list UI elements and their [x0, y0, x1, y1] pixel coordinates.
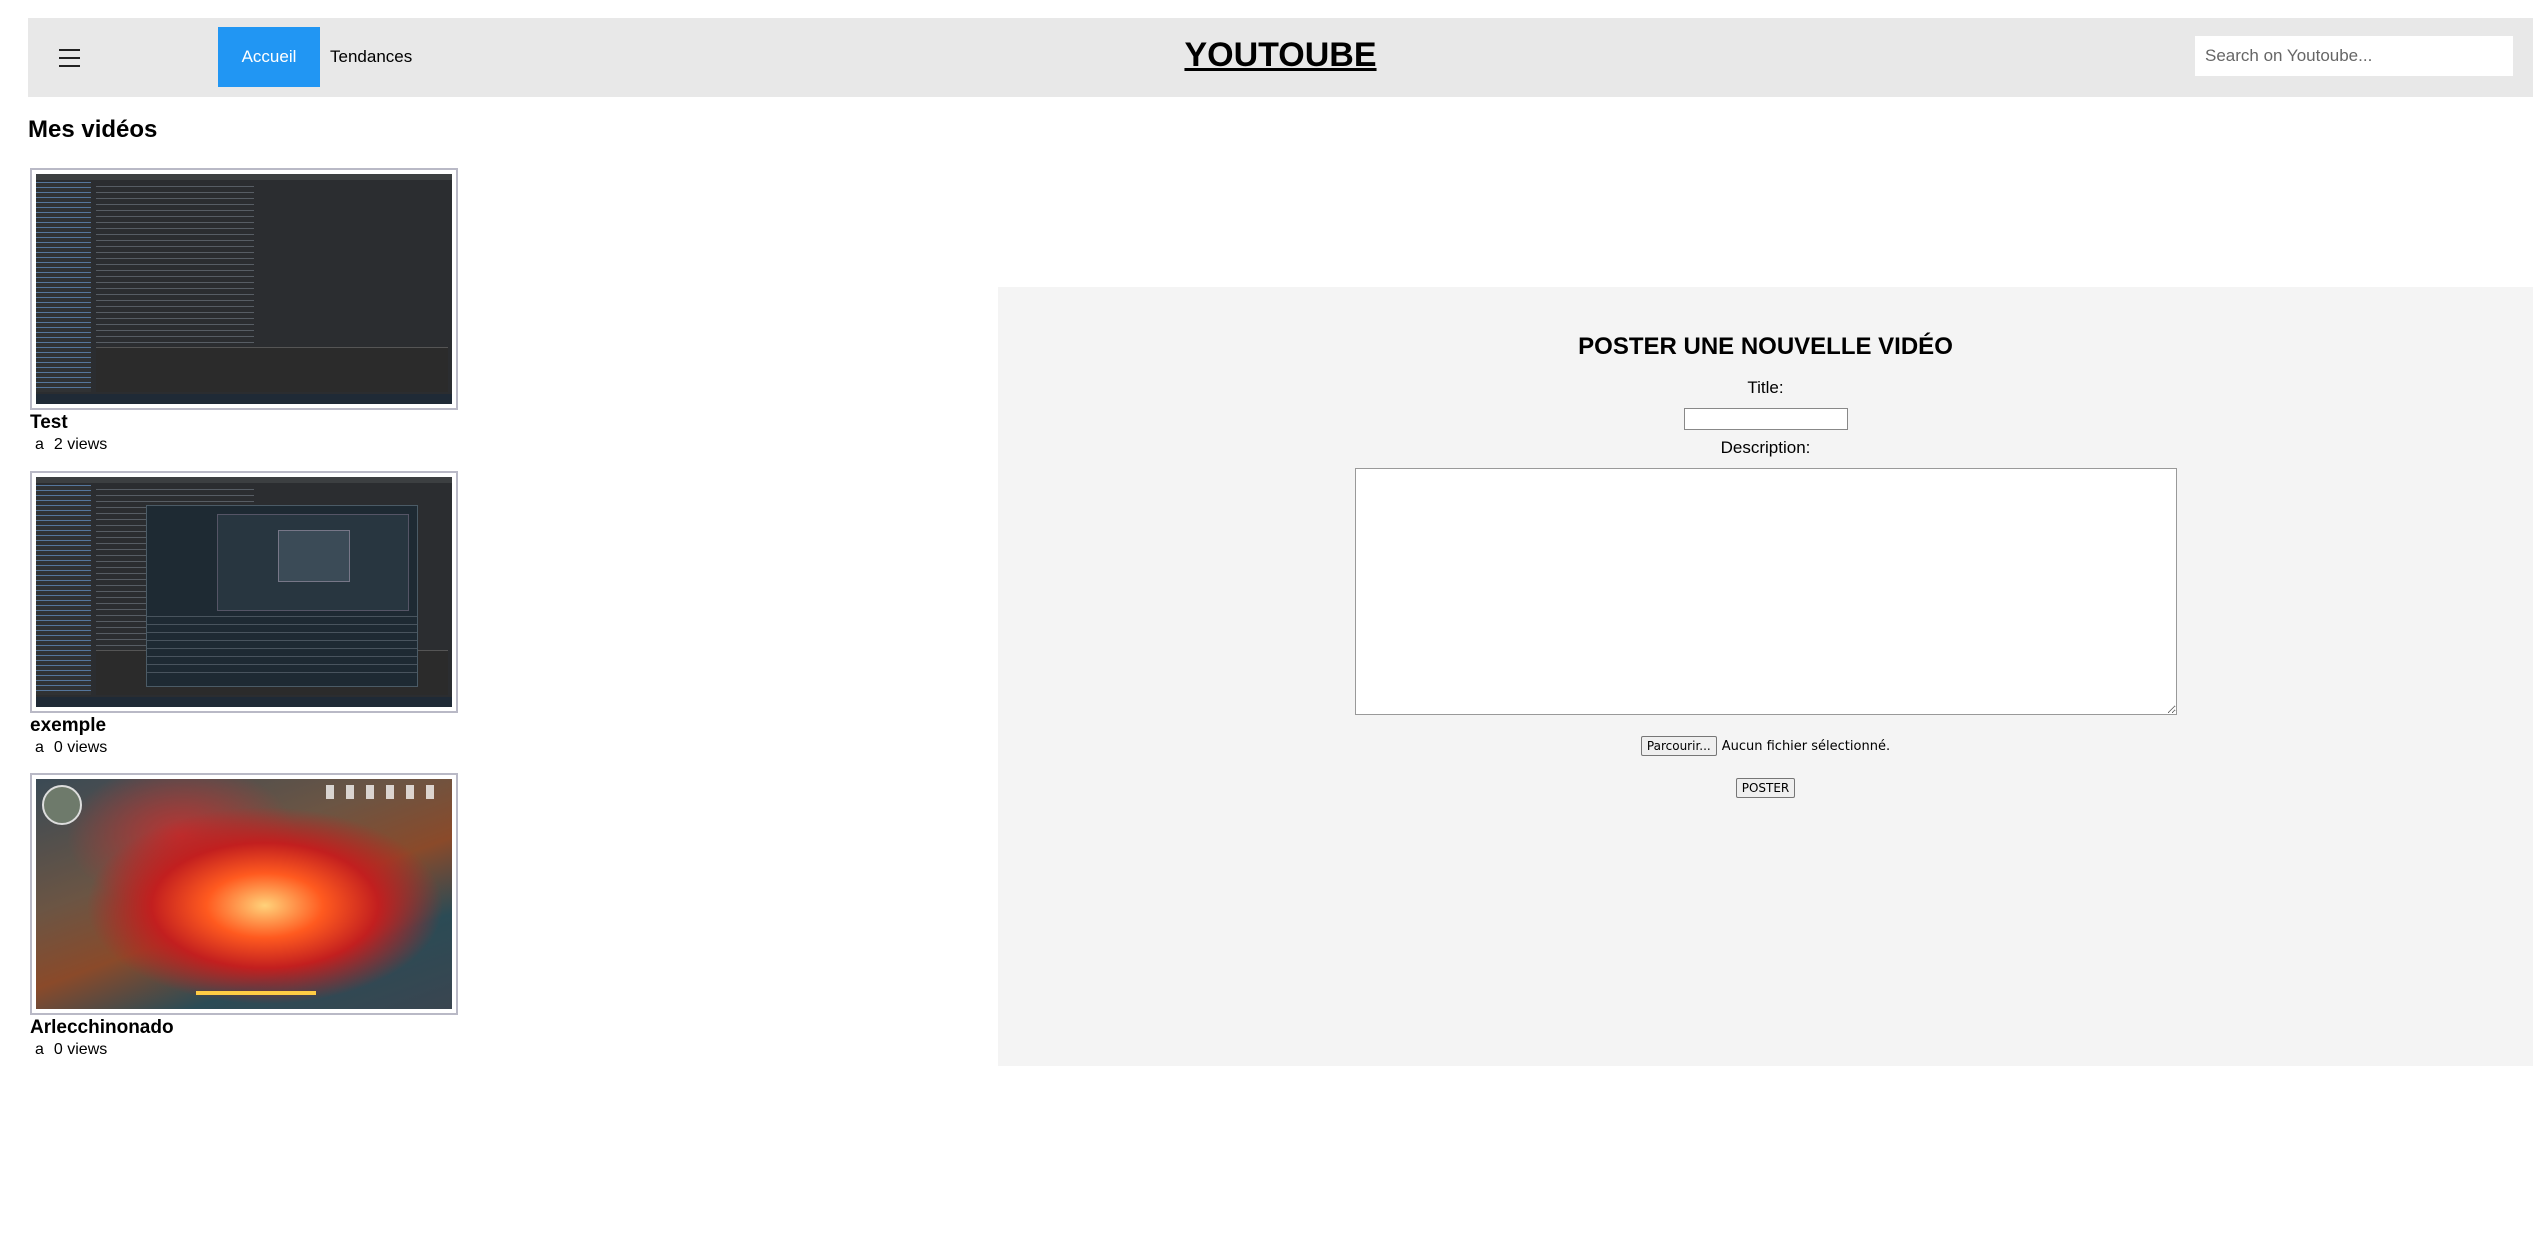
video-title[interactable]: Arlecchinonado: [30, 1017, 458, 1038]
video-meta: a 0 views: [30, 739, 458, 757]
video-title[interactable]: Test: [30, 412, 458, 433]
description-field[interactable]: [1355, 468, 2177, 715]
video-meta: a 2 views: [30, 436, 458, 454]
title-label: Title:: [1747, 378, 1784, 397]
video-card[interactable]: Test a 2 views: [30, 168, 458, 454]
file-status: Aucun fichier sélectionné.: [1721, 738, 1891, 754]
video-author: a: [35, 436, 44, 453]
video-thumbnail[interactable]: [30, 773, 458, 1015]
site-logo[interactable]: YOUTOUBE: [28, 36, 2533, 75]
video-card[interactable]: exemple a 0 views: [30, 471, 458, 757]
post-button[interactable]: POSTER: [1735, 778, 1796, 798]
video-meta: a 0 views: [30, 1041, 458, 1059]
upload-panel: POSTER UNE NOUVELLE VIDÉO Title: Descrip…: [998, 287, 2533, 1066]
video-views: 0 views: [53, 1041, 108, 1058]
browse-button[interactable]: Parcourir...: [1640, 736, 1717, 756]
file-picker: Parcourir... Aucun fichier sélectionné.: [998, 736, 2533, 756]
video-author: a: [35, 1041, 44, 1058]
top-navbar: Accueil Tendances YOUTOUBE: [28, 18, 2533, 97]
video-views: 2 views: [53, 436, 108, 453]
title-field[interactable]: [1684, 408, 1848, 430]
video-views: 0 views: [53, 739, 108, 756]
video-author: a: [35, 739, 44, 756]
video-title[interactable]: exemple: [30, 715, 458, 736]
video-thumbnail[interactable]: [30, 168, 458, 410]
video-card[interactable]: Arlecchinonado a 0 views: [30, 773, 458, 1059]
description-label: Description:: [1720, 438, 1811, 457]
video-thumbnail[interactable]: [30, 471, 458, 713]
page-title: Mes vidéos: [28, 116, 158, 143]
search-input[interactable]: [2195, 36, 2513, 76]
upload-heading: POSTER UNE NOUVELLE VIDÉO: [1578, 333, 1953, 360]
